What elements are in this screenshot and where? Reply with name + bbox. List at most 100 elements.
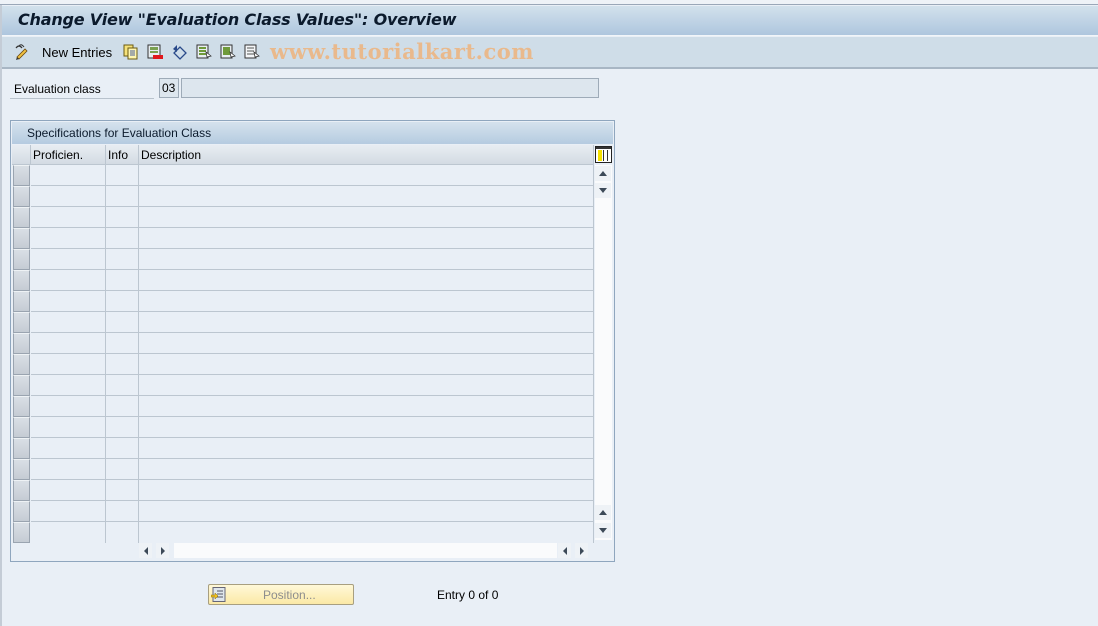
cell-description[interactable] — [139, 270, 594, 291]
column-header-proficiency[interactable]: Proficien. — [31, 145, 106, 165]
toggle-display-change-button[interactable] — [14, 44, 30, 60]
cell-description[interactable] — [139, 333, 594, 354]
cell-description[interactable] — [139, 375, 594, 396]
row-selector[interactable] — [13, 312, 30, 333]
cell-proficiency[interactable] — [31, 291, 106, 312]
row-selector[interactable] — [13, 417, 30, 438]
cell-description[interactable] — [139, 459, 594, 480]
scroll-down-button[interactable] — [595, 523, 611, 538]
new-entries-button[interactable]: New Entries — [42, 44, 112, 60]
cell-proficiency[interactable] — [31, 417, 106, 438]
cell-description[interactable] — [139, 438, 594, 459]
row-selector[interactable] — [13, 249, 30, 270]
row-selector[interactable] — [13, 459, 30, 480]
cell-proficiency[interactable] — [31, 480, 106, 501]
cell-info[interactable] — [106, 333, 139, 354]
cell-info[interactable] — [106, 501, 139, 522]
cell-info[interactable] — [106, 249, 139, 270]
cell-description[interactable] — [139, 354, 594, 375]
select-all-button[interactable] — [196, 44, 212, 60]
row-selector[interactable] — [13, 354, 30, 375]
cell-proficiency[interactable] — [31, 312, 106, 333]
table-row — [13, 207, 594, 228]
row-selector[interactable] — [13, 228, 30, 249]
cell-info[interactable] — [106, 354, 139, 375]
cell-proficiency[interactable] — [31, 333, 106, 354]
scroll-left-fixed-button[interactable] — [139, 543, 152, 558]
deselect-all-button[interactable] — [244, 44, 260, 60]
cell-description[interactable] — [139, 165, 594, 186]
position-button[interactable]: Position... — [208, 584, 354, 605]
copy-icon — [123, 44, 139, 60]
scroll-left-button[interactable] — [558, 543, 571, 558]
cell-info[interactable] — [106, 165, 139, 186]
select-block-button[interactable] — [220, 44, 236, 60]
cell-info[interactable] — [106, 522, 139, 543]
cell-description[interactable] — [139, 207, 594, 228]
cell-proficiency[interactable] — [31, 186, 106, 207]
scroll-page-up-button[interactable] — [595, 505, 611, 520]
cell-description[interactable] — [139, 249, 594, 270]
row-selector[interactable] — [13, 186, 30, 207]
table-settings-button[interactable] — [595, 146, 612, 163]
select-all-rows-header[interactable] — [12, 145, 31, 165]
row-selector[interactable] — [13, 333, 30, 354]
cell-proficiency[interactable] — [31, 396, 106, 417]
cell-description[interactable] — [139, 186, 594, 207]
cell-proficiency[interactable] — [31, 270, 106, 291]
cell-info[interactable] — [106, 417, 139, 438]
column-header-description[interactable]: Description — [139, 145, 594, 165]
scroll-right-button[interactable] — [575, 543, 588, 558]
cell-info[interactable] — [106, 459, 139, 480]
cell-description[interactable] — [139, 417, 594, 438]
cell-description[interactable] — [139, 480, 594, 501]
row-selector[interactable] — [13, 501, 30, 522]
row-selector[interactable] — [13, 207, 30, 228]
row-selector[interactable] — [13, 270, 30, 291]
cell-proficiency[interactable] — [31, 375, 106, 396]
cell-description[interactable] — [139, 522, 594, 543]
delete-button[interactable] — [147, 44, 163, 60]
cell-proficiency[interactable] — [31, 459, 106, 480]
cell-info[interactable] — [106, 270, 139, 291]
scroll-up-button[interactable] — [595, 166, 611, 181]
cell-info[interactable] — [106, 186, 139, 207]
cell-description[interactable] — [139, 501, 594, 522]
cell-description[interactable] — [139, 228, 594, 249]
cell-proficiency[interactable] — [31, 207, 106, 228]
cell-info[interactable] — [106, 480, 139, 501]
row-selector[interactable] — [13, 396, 30, 417]
cell-description[interactable] — [139, 396, 594, 417]
row-selector[interactable] — [13, 522, 30, 543]
cell-description[interactable] — [139, 312, 594, 333]
horizontal-scrollbar[interactable] — [174, 543, 557, 558]
select-all-icon — [196, 44, 212, 60]
scroll-right-fixed-button[interactable] — [156, 543, 169, 558]
cell-info[interactable] — [106, 375, 139, 396]
column-header-info[interactable]: Info — [106, 145, 139, 165]
cell-info[interactable] — [106, 396, 139, 417]
cell-info[interactable] — [106, 207, 139, 228]
cell-proficiency[interactable] — [31, 249, 106, 270]
cell-proficiency[interactable] — [31, 501, 106, 522]
row-selector[interactable] — [13, 375, 30, 396]
scroll-page-down-button[interactable] — [595, 183, 611, 198]
cell-info[interactable] — [106, 228, 139, 249]
undo-change-button[interactable] — [172, 44, 188, 60]
cell-info[interactable] — [106, 438, 139, 459]
application-toolbar: New Entries — [2, 37, 1098, 69]
cell-proficiency[interactable] — [31, 438, 106, 459]
cell-info[interactable] — [106, 291, 139, 312]
row-selector[interactable] — [13, 291, 30, 312]
cell-proficiency[interactable] — [31, 354, 106, 375]
cell-proficiency[interactable] — [31, 165, 106, 186]
row-selector[interactable] — [13, 438, 30, 459]
row-selector[interactable] — [13, 165, 30, 186]
cell-description[interactable] — [139, 291, 594, 312]
vertical-scrollbar[interactable] — [595, 165, 612, 540]
row-selector[interactable] — [13, 480, 30, 501]
cell-proficiency[interactable] — [31, 522, 106, 543]
copy-as-button[interactable] — [123, 44, 139, 60]
cell-proficiency[interactable] — [31, 228, 106, 249]
cell-info[interactable] — [106, 312, 139, 333]
